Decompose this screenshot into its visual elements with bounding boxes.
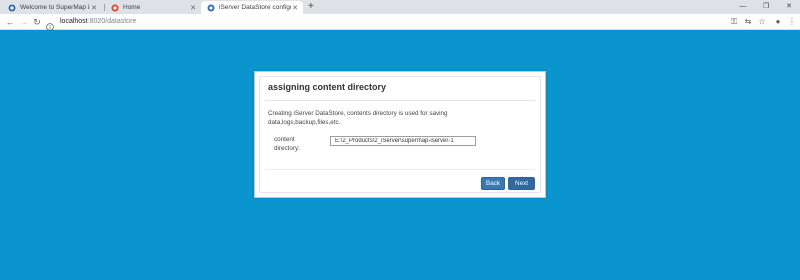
close-icon[interactable]: ✕	[291, 4, 299, 12]
menu-icon[interactable]: ⋮	[786, 16, 798, 28]
translate-icon[interactable]: ⇆	[742, 16, 754, 28]
url-host: localhost	[60, 18, 88, 25]
content-directory-dialog: assigning content directory Creating iSe…	[254, 71, 546, 198]
supermap-icon	[207, 4, 215, 12]
close-icon[interactable]: ✕	[90, 4, 98, 12]
minimize-button[interactable]: —	[732, 0, 754, 14]
supermap-icon	[8, 4, 16, 12]
tab-title: iServer DataStore configuratio	[219, 4, 291, 11]
dialog-description: Creating iServer DataStore, contents dir…	[268, 110, 448, 126]
bookmark-star-icon[interactable]: ☆	[756, 16, 768, 28]
back-arrow-icon[interactable]: ←	[4, 16, 16, 28]
key-icon[interactable]: ⚿	[728, 16, 740, 28]
reload-icon[interactable]: ↻	[31, 16, 43, 28]
info-icon[interactable]	[46, 18, 54, 36]
new-tab-button[interactable]: +	[308, 1, 314, 13]
url-path: :8020/datastore	[87, 18, 137, 25]
account-icon[interactable]: ●	[772, 16, 784, 28]
back-button[interactable]: Back	[481, 177, 505, 190]
content-directory-label: content directory:	[274, 136, 300, 152]
dialog-title: assigning content directory	[268, 82, 387, 92]
forward-arrow-icon[interactable]: →	[18, 16, 30, 28]
browser-toolbar: ← → ↻ localhost:8020/datastore ⚿ ⇆ ☆ ● ⋮	[0, 14, 800, 31]
tab-title: Welcome to SuperMap iServer	[20, 4, 90, 11]
close-icon[interactable]: ✕	[189, 4, 197, 12]
divider	[265, 100, 535, 101]
tab-datastore[interactable]: iServer DataStore configuratio ✕	[201, 1, 303, 14]
divider	[265, 169, 535, 170]
tab-welcome[interactable]: Welcome to SuperMap iServer ✕	[2, 1, 102, 14]
browser-tab-strip: Welcome to SuperMap iServer ✕ Home ✕ iSe…	[0, 0, 800, 14]
next-button[interactable]: Next	[508, 177, 535, 190]
close-window-button[interactable]: ✕	[778, 0, 800, 14]
gitlab-icon	[111, 4, 119, 12]
content-directory-input[interactable]	[330, 136, 476, 146]
restore-button[interactable]: ❐	[755, 0, 777, 14]
tab-home[interactable]: Home ✕	[105, 1, 201, 14]
address-bar[interactable]: localhost:8020/datastore	[60, 17, 136, 27]
tab-title: Home	[123, 4, 141, 11]
